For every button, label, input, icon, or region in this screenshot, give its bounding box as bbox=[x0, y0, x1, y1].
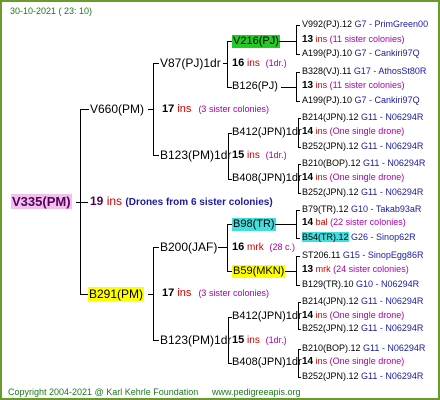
gen3-8-drone-info: 14 ins (One single drone) bbox=[302, 356, 405, 367]
gen2-1-drone-info: 16 ins (1dr.) bbox=[232, 57, 287, 69]
gen4-entry-3[interactable]: B328(VJ).11 G17 - AthosSt80R bbox=[302, 67, 426, 76]
gen4-entry-10[interactable]: B54(TR).12 G26 - Sinop62R bbox=[302, 232, 416, 242]
gen3-6-drone-info: 13 mrk (24 sister colonies) bbox=[302, 264, 409, 275]
gen4-entry-7[interactable]: B210(BOP).12 G11 - N06294R bbox=[302, 159, 425, 168]
gen4-entry-4[interactable]: A199(PJ).10 G7 - Cankiri97Q bbox=[302, 96, 420, 105]
root-connector bbox=[76, 202, 88, 203]
gen4-entry-5[interactable]: B214(JPN).12 G11 - N06294R bbox=[302, 113, 423, 122]
gen3-1-drone-info: 13 ins (11 sister colonies) bbox=[302, 34, 405, 45]
gen1-lower-drone-info: 17 ins (3 sister colonies) bbox=[162, 287, 269, 299]
gen2-queen-4[interactable]: B123(PM)1dr bbox=[160, 334, 231, 346]
gen1-queen-lower[interactable]: B291(PM) bbox=[88, 287, 145, 301]
gen1-queen-upper[interactable]: V660(PM) bbox=[90, 103, 144, 115]
gen3-queen-3[interactable]: B412(JPN)1dr bbox=[232, 127, 302, 138]
gen4-entry-11[interactable]: ST206.11 G15 - SinopEgg86R bbox=[302, 251, 423, 260]
gen3-queen-7[interactable]: B412(JPN)1dr bbox=[232, 311, 302, 322]
gen3-queen-6[interactable]: B59(MKN) bbox=[232, 265, 286, 278]
pedigree-page: 30-10-2021 ( 23: 10) V335(PM) 19 ins (Dr… bbox=[0, 0, 440, 400]
footer-copyright: Copyright 2004-2021 @ Karl Kehrle Founda… bbox=[8, 387, 199, 397]
gen4-entry-2[interactable]: A199(PJ).10 G7 - Cankiri97Q bbox=[302, 49, 420, 58]
gen2-3-drone-info: 16 mrk (28 c.) bbox=[232, 241, 295, 253]
gen3-4-drone-info: 14 ins (One single drone) bbox=[302, 172, 405, 183]
gen4-entry-15[interactable]: B210(BOP).12 G11 - N06294R bbox=[302, 344, 425, 353]
gen3-queen-8[interactable]: B408(JPN)1dr bbox=[232, 357, 302, 368]
gen2-4-drone-info: 15 ins (1dr.) bbox=[232, 334, 287, 346]
gen3-7-drone-info: 14 ins (One single drone) bbox=[302, 310, 405, 321]
gen4-entry-6[interactable]: B252(JPN).12 G11 - N06294R bbox=[302, 142, 423, 151]
gen3-queen-4[interactable]: B408(JPN)1dr bbox=[232, 173, 302, 184]
gen3-3-drone-info: 14 ins (One single drone) bbox=[302, 126, 405, 137]
gen3-queen-1[interactable]: V216(PJ) bbox=[232, 35, 280, 48]
gen3-queen-5[interactable]: B98(TR) bbox=[232, 218, 276, 231]
root-vertical-line bbox=[80, 109, 81, 295]
gen4-entry-14[interactable]: B252(JPN).12 G11 - N06294R bbox=[302, 324, 423, 333]
gen4-entry-9[interactable]: B79(TR).12 G10 - Takab93aR bbox=[302, 205, 421, 214]
gen4-entry-8[interactable]: B252(JPN).12 G11 - N06294R bbox=[302, 188, 423, 197]
gen2-queen-2[interactable]: B123(PM)1dr bbox=[160, 149, 231, 161]
gen2-queen-3[interactable]: B200(JAF) bbox=[160, 241, 217, 253]
gen4-entry-16[interactable]: B252(JPN).12 G11 - N06294R bbox=[302, 372, 423, 381]
gen3-5-drone-info: 14 bal (22 sister colonies) bbox=[302, 217, 406, 228]
gen1-upper-drone-info: 17 ins (3 sister colonies) bbox=[162, 103, 269, 115]
date-stamp: 30-10-2021 ( 23: 10) bbox=[10, 6, 93, 16]
gen2-queen-1[interactable]: V87(PJ)1dr bbox=[160, 57, 221, 69]
gen4-entry-1[interactable]: V992(PJ).12 G7 - PrimGreen00 bbox=[302, 20, 428, 29]
gen3-queen-2[interactable]: B126(PJ) bbox=[232, 81, 278, 92]
root-upper-branch bbox=[80, 109, 89, 110]
root-queen[interactable]: V335(PM) bbox=[11, 194, 72, 209]
gen4-entry-13[interactable]: B214(JPN).12 G11 - N06294R bbox=[302, 297, 423, 306]
gen4-entry-12[interactable]: B129(TR).10 G10 - N06294R bbox=[302, 280, 419, 289]
footer-site-link[interactable]: www.pedigreeapis.org bbox=[212, 388, 301, 397]
gen2-2-drone-info: 15 ins (1dr.) bbox=[232, 149, 287, 161]
gen3-2-drone-info: 13 ins (11 sister colonies) bbox=[302, 80, 405, 91]
root-drone-info: 19 ins (Drones from 6 sister colonies) bbox=[90, 194, 273, 208]
